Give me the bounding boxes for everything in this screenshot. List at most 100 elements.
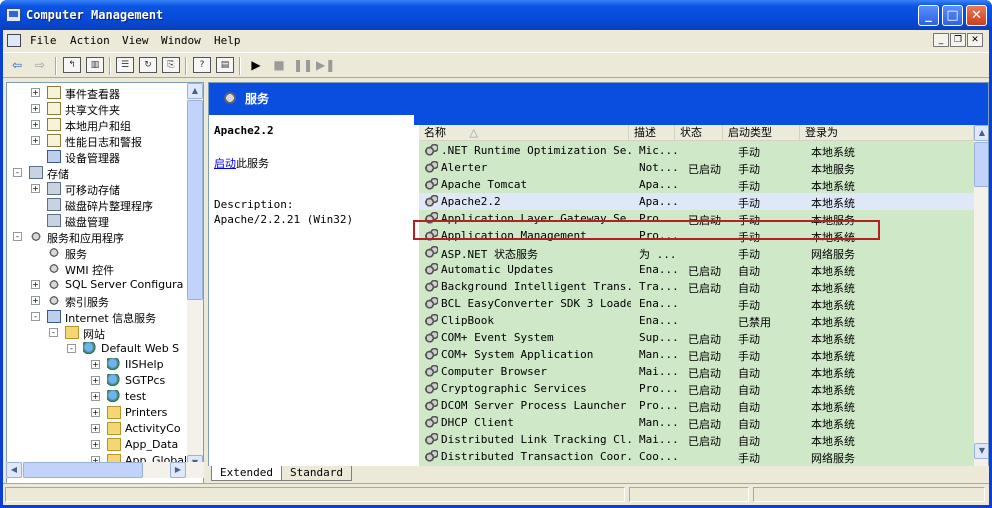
column-startup-header[interactable]: 启动类型 xyxy=(723,125,800,141)
tab-extended[interactable]: Extended xyxy=(211,466,282,481)
service-gear-icon xyxy=(424,297,438,310)
mdi-minimize-button[interactable]: _ xyxy=(933,33,949,47)
expand-icon[interactable]: + xyxy=(91,376,100,385)
menu-action[interactable]: Action xyxy=(70,34,110,47)
tree-horizontal-scrollbar[interactable]: ◀ ▶ xyxy=(6,462,204,478)
scroll-thumb[interactable] xyxy=(187,100,203,300)
maximize-button[interactable]: □ xyxy=(942,5,963,26)
tree-item-label: 服务 xyxy=(65,248,87,261)
mdi-close-button[interactable]: ✕ xyxy=(967,33,983,47)
service-startup-type: 手动 xyxy=(738,452,760,465)
service-row[interactable]: DCOM Server Process Launcher Pro... 已启动 自动 本… xyxy=(419,397,974,414)
tree-vertical-scrollbar[interactable]: ▲ ▼ xyxy=(187,83,203,473)
service-logon-as: 本地系统 xyxy=(811,180,855,193)
pane-header-tab xyxy=(414,115,988,125)
expand-icon[interactable]: + xyxy=(31,184,40,193)
collapse-icon[interactable]: - xyxy=(13,168,22,177)
service-row[interactable]: COM+ Event System Sup... 已启动 手动 本地系统 xyxy=(419,329,974,346)
list-scroll-up-icon[interactable]: ▲ xyxy=(974,125,988,141)
start-service-link[interactable]: 启动 xyxy=(214,157,236,170)
collapse-icon[interactable]: - xyxy=(49,328,58,337)
service-row[interactable]: BCL EasyConverter SDK 3 Loader Ena... 手动 本地… xyxy=(419,295,974,312)
app-icon xyxy=(6,8,21,22)
start-service-icon[interactable]: ▶ xyxy=(247,57,265,73)
help-icon[interactable]: ? xyxy=(193,57,211,73)
back-arrow-icon[interactable]: ⇦ xyxy=(8,57,26,73)
defrag-icon xyxy=(47,198,61,211)
column-status-header[interactable]: 状态 xyxy=(675,125,723,141)
list-scroll-down-icon[interactable]: ▼ xyxy=(974,443,988,459)
scroll-left-icon[interactable]: ◀ xyxy=(6,462,22,478)
service-row[interactable]: Computer Browser Mai... 已启动 自动 本地系统 xyxy=(419,363,974,380)
column-description-header[interactable]: 描述 xyxy=(629,125,675,141)
menu-view[interactable]: View xyxy=(122,34,149,47)
service-startup-type: 自动 xyxy=(738,401,760,414)
tree-item-label: 网站 xyxy=(83,328,105,341)
mdi-restore-button[interactable]: ❐ xyxy=(950,33,966,47)
globe-icon xyxy=(107,374,121,387)
service-row[interactable]: Apache Tomcat Apa... 手动 本地系统 xyxy=(419,176,974,193)
service-row[interactable]: Apache2.2 Apa... 手动 本地系统 xyxy=(419,193,974,210)
column-name-header[interactable]: 名称 △ xyxy=(419,125,629,141)
console-view-icon[interactable]: ▤ xyxy=(216,57,234,73)
service-description: Mic... xyxy=(639,144,679,157)
expand-icon[interactable]: + xyxy=(91,392,100,401)
service-row[interactable]: .NET Runtime Optimization Se... Mic... 手动 本… xyxy=(419,142,974,159)
expand-icon[interactable]: + xyxy=(31,104,40,113)
title-bar[interactable]: Computer Management _ □ ✕ xyxy=(0,0,992,30)
service-status: 已启动 xyxy=(688,435,721,448)
document-icon[interactable] xyxy=(7,34,21,47)
service-row[interactable]: Distributed Link Tracking Cl... Mai... 已启动… xyxy=(419,431,974,448)
index-icon xyxy=(47,294,61,307)
service-row[interactable]: ClipBook Ena... 已禁用 本地系统 xyxy=(419,312,974,329)
menu-file[interactable]: File xyxy=(30,34,57,47)
service-row[interactable]: COM+ System Application Man... 已启动 手动 本地系统 xyxy=(419,346,974,363)
expand-icon[interactable]: + xyxy=(31,296,40,305)
service-row[interactable]: Background Intelligent Trans... Tra... 已启动… xyxy=(419,278,974,295)
service-description: Ena... xyxy=(639,297,679,310)
show-hide-tree-icon[interactable]: ▥ xyxy=(86,57,104,73)
expand-icon[interactable]: + xyxy=(31,136,40,145)
service-row[interactable]: ASP.NET 状态服务 为 ... 手动 网络服务 xyxy=(419,244,974,261)
tree-item-label: 索引服务 xyxy=(65,296,109,309)
up-one-level-icon[interactable]: ↰ xyxy=(63,57,81,73)
expand-icon[interactable]: + xyxy=(91,408,100,417)
close-button[interactable]: ✕ xyxy=(966,5,987,26)
stop-service-icon[interactable]: ■ xyxy=(270,57,288,73)
expand-icon[interactable]: + xyxy=(91,360,100,369)
list-vertical-scrollbar[interactable]: ▲ ▼ xyxy=(974,125,988,473)
service-gear-icon xyxy=(424,280,438,293)
scroll-right-icon[interactable]: ▶ xyxy=(170,462,186,478)
service-row[interactable]: Alerter Not... 已启动 手动 本地服务 xyxy=(419,159,974,176)
service-row[interactable]: DHCP Client Man... 已启动 自动 本地系统 xyxy=(419,414,974,431)
collapse-icon[interactable]: - xyxy=(31,312,40,321)
expand-icon[interactable]: + xyxy=(91,424,100,433)
service-logon-as: 本地系统 xyxy=(811,282,855,295)
expand-icon[interactable]: + xyxy=(31,280,40,289)
forward-arrow-icon[interactable]: ⇨ xyxy=(31,57,49,73)
restart-service-icon[interactable]: ▶❚ xyxy=(316,57,335,73)
expand-icon[interactable]: + xyxy=(31,88,40,97)
refresh-icon[interactable]: ↻ xyxy=(139,57,157,73)
menu-help[interactable]: Help xyxy=(214,34,241,47)
minimize-button[interactable]: _ xyxy=(918,5,939,26)
pause-service-icon[interactable]: ❚❚ xyxy=(293,57,313,73)
menu-window[interactable]: Window xyxy=(161,34,201,47)
view-tabs: Extended Standard xyxy=(208,466,989,482)
tab-standard[interactable]: Standard xyxy=(281,466,352,481)
service-row[interactable]: Automatic Updates Ena... 已启动 自动 本地系统 xyxy=(419,261,974,278)
expand-icon[interactable]: + xyxy=(31,120,40,129)
collapse-icon[interactable]: - xyxy=(67,344,76,353)
scroll-up-icon[interactable]: ▲ xyxy=(187,83,203,99)
scroll-thumb-horizontal[interactable] xyxy=(23,462,143,478)
column-logon-header[interactable]: 登录为 xyxy=(800,125,974,141)
properties-icon[interactable]: ☰ xyxy=(116,57,134,73)
menu-bar: File Action View Window Help _ ❐ ✕ xyxy=(3,30,989,52)
service-row[interactable]: Cryptographic Services Pro... 已启动 自动 本地系统 xyxy=(419,380,974,397)
collapse-icon[interactable]: - xyxy=(13,232,22,241)
expand-icon[interactable]: + xyxy=(91,440,100,449)
service-row[interactable]: Distributed Transaction Coor... Coo... 手动 网… xyxy=(419,448,974,465)
export-list-icon[interactable]: ⎘ xyxy=(162,57,180,73)
list-scroll-thumb[interactable] xyxy=(974,142,988,187)
status-segment-3 xyxy=(753,487,985,502)
